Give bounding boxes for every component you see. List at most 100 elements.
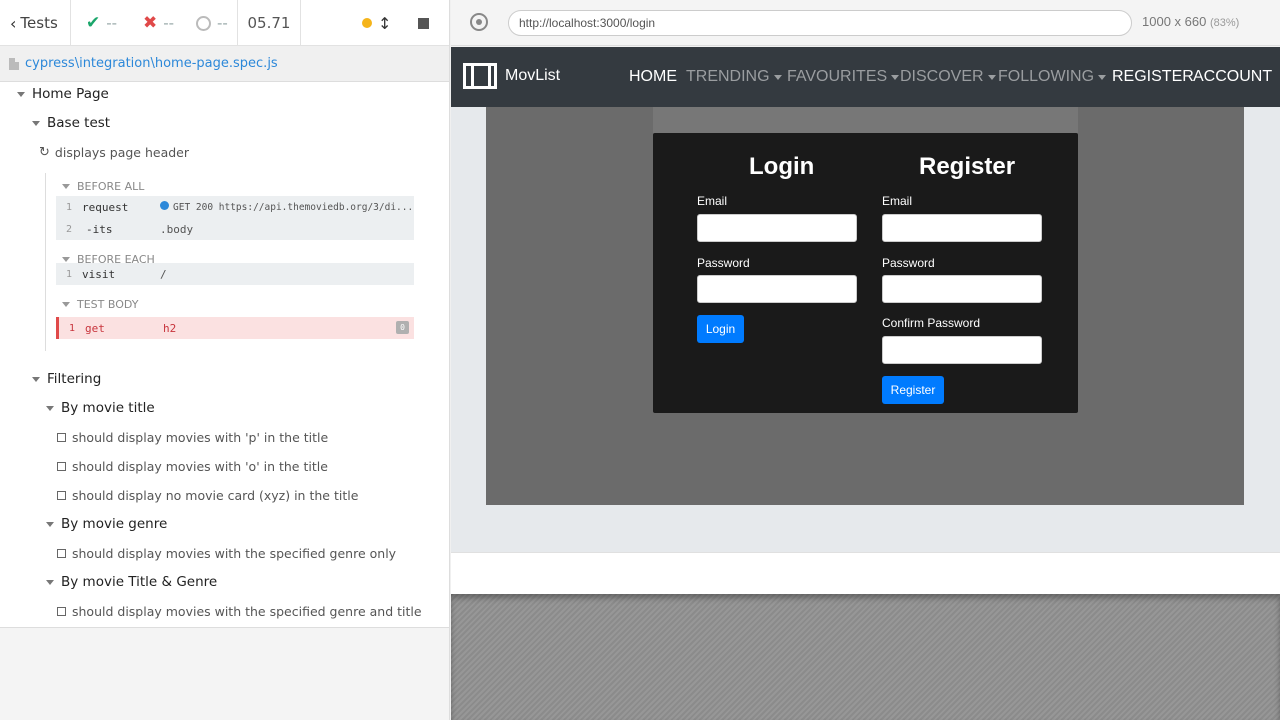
stop-icon — [418, 17, 429, 29]
test-item[interactable]: should display movies with the specified… — [57, 601, 422, 621]
register-email-field[interactable] — [882, 214, 1042, 242]
nav-following[interactable]: FOLLOWING — [998, 68, 1107, 86]
tests-back-button[interactable]: ‹ Tests — [0, 0, 71, 46]
suite-home-page[interactable]: Home Page — [17, 84, 109, 104]
nav-trending[interactable]: TRENDING — [686, 68, 782, 86]
login-password-label: Password — [697, 256, 750, 270]
login-password-field[interactable] — [697, 275, 857, 303]
suite-by-movie-title-genre[interactable]: By movie Title & Genre — [46, 572, 217, 592]
nav-label: TRENDING — [686, 68, 770, 85]
suite-base-test[interactable]: Base test — [32, 113, 110, 133]
command-number: 2 — [65, 223, 73, 235]
suite-title: By movie genre — [61, 516, 168, 532]
login-button[interactable]: Login — [697, 315, 744, 343]
page-top-band — [653, 107, 1078, 133]
brand[interactable]: MovList — [463, 63, 560, 89]
nav-label: DISCOVER — [900, 68, 984, 85]
suite-by-movie-genre[interactable]: By movie genre — [46, 514, 167, 534]
command-message: GET 200 https://api.themoviedb.org/3/di.… — [160, 201, 413, 213]
selector-playground-icon[interactable] — [470, 13, 488, 31]
command-row[interactable]: 1 visit / — [56, 263, 414, 285]
register-email-label: Email — [882, 194, 913, 208]
test-title: should display movies with the specified… — [72, 603, 422, 619]
register-confirm-field[interactable] — [882, 336, 1042, 364]
spec-file-header[interactable]: cypress\integration\home-page.spec.js — [0, 46, 449, 82]
command-message: / — [160, 267, 167, 281]
nav-home[interactable]: HOME — [629, 68, 677, 86]
register-confirm-label: Confirm Password — [882, 316, 981, 330]
url-input[interactable]: http://localhost:3000/login — [508, 10, 1132, 36]
command-name: -its — [86, 222, 113, 236]
test-item[interactable]: should display movies with 'o' in the ti… — [57, 456, 328, 476]
running-indicator — [362, 0, 372, 46]
caret-down-icon — [17, 91, 25, 97]
stop-button[interactable] — [418, 0, 429, 46]
runner-panel: http://localhost:3000/login 1000 x 660 (… — [451, 0, 1280, 720]
suite-by-movie-title[interactable]: By movie title — [46, 398, 155, 418]
auto-scroll-toggle[interactable]: ↕ — [378, 0, 391, 46]
pending-value: -- — [217, 14, 228, 32]
pending-count: -- — [196, 0, 228, 46]
login-email-label: Email — [697, 194, 728, 208]
command-number: 1 — [65, 268, 73, 280]
command-log: BEFORE ALL 1 request GET 200 https://api… — [45, 173, 415, 351]
register-button[interactable]: Register — [882, 376, 944, 404]
suite-title: Filtering — [47, 371, 102, 387]
app-navbar: MovList HOME TRENDING FAVOURITES DISCOVE… — [451, 47, 1280, 107]
failed-value: -- — [163, 14, 175, 32]
hook-test-body[interactable]: TEST BODY — [62, 297, 138, 311]
login-email-field[interactable] — [697, 214, 857, 242]
command-name: visit — [82, 267, 116, 281]
dropdown-caret-icon — [987, 74, 996, 80]
caret-down-icon — [62, 256, 70, 262]
spec-file-path[interactable]: cypress\integration\home-page.spec.js — [25, 56, 278, 71]
test-pending-icon — [57, 548, 66, 558]
caret-down-icon — [46, 405, 54, 411]
nav-discover[interactable]: DISCOVER — [900, 68, 996, 86]
passed-value: -- — [106, 14, 118, 32]
nav-label: ACCOUNT — [1193, 68, 1273, 85]
nav-register[interactable]: REGISTER — [1112, 68, 1194, 86]
hook-before-all[interactable]: BEFORE ALL — [62, 179, 144, 193]
test-pending-icon — [57, 432, 66, 442]
nav-label: HOME — [629, 68, 677, 85]
nav-account[interactable]: ACCOUNT — [1193, 68, 1272, 86]
suite-title: Home Page — [32, 86, 109, 102]
test-title: should display no movie card (xyz) in th… — [72, 487, 359, 503]
test-item[interactable]: should display movies with the specified… — [57, 543, 396, 563]
register-password-label: Password — [882, 256, 935, 270]
command-number: 1 — [65, 201, 73, 213]
suite-filtering[interactable]: Filtering — [32, 369, 101, 389]
request-status-icon — [160, 201, 169, 210]
command-row[interactable]: 2 -its .body — [56, 218, 414, 240]
caret-down-icon — [32, 376, 40, 382]
register-title: Register — [919, 153, 1016, 180]
suite-title: By movie Title & Genre — [61, 574, 218, 590]
tests-label: Tests — [20, 14, 58, 32]
hook-label: TEST BODY — [77, 297, 139, 311]
auth-card: Login Email Password Login Register Emai… — [653, 133, 1078, 413]
command-row[interactable]: 1 request GET 200 https://api.themoviedb… — [56, 196, 414, 218]
caret-down-icon — [62, 301, 70, 307]
test-item[interactable]: should display movies with 'p' in the ti… — [57, 427, 328, 447]
dropdown-caret-icon — [1098, 74, 1107, 80]
command-message-text: GET 200 https://api.themoviedb.org/3/di.… — [173, 202, 414, 213]
check-icon: ✔ — [86, 13, 101, 33]
refresh-icon: ↻ — [39, 144, 50, 160]
element-count-badge: 0 — [396, 321, 409, 334]
command-row-failed[interactable]: 1 get h2 0 — [56, 317, 414, 339]
test-title: displays page header — [54, 144, 190, 160]
nav-favourites[interactable]: FAVOURITES — [787, 68, 900, 86]
suite-title: Base test — [47, 115, 111, 131]
test-item[interactable]: should display no movie card (xyz) in th… — [57, 485, 358, 505]
command-number: 1 — [68, 322, 76, 334]
register-password-field[interactable] — [882, 275, 1042, 303]
test-displays-page-header[interactable]: ↻ displays page header — [39, 142, 189, 162]
page-body: Login Email Password Login Register Emai… — [486, 107, 1244, 505]
app-under-test: MovList HOME TRENDING FAVOURITES DISCOVE… — [451, 47, 1280, 552]
nav-label: FAVOURITES — [787, 68, 888, 85]
suite-title: By movie title — [61, 400, 155, 416]
nav-label: FOLLOWING — [998, 68, 1095, 85]
passed-count: ✔ -- — [86, 0, 117, 46]
viewport-info[interactable]: 1000 x 660 (83%) — [1142, 14, 1239, 29]
